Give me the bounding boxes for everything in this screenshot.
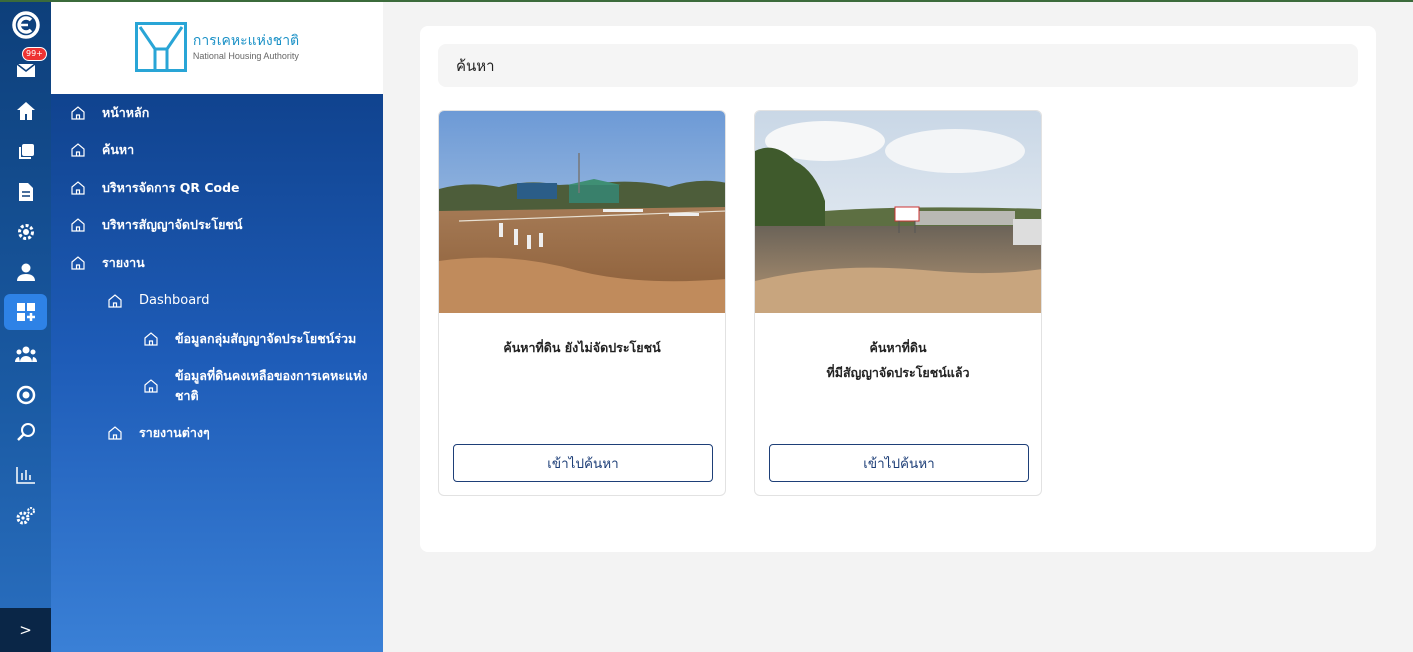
document-icon[interactable] bbox=[0, 172, 51, 212]
sidebar-item-remaining-land[interactable]: ข้อมูลที่ดินคงเหลือของการเคหะแห่งชาติ bbox=[143, 366, 375, 406]
land-card-unused: ค้นหาที่ดิน ยังไม่จัดประโยชน์ เข้าไปค้นห… bbox=[438, 110, 726, 496]
main-panel: ค้นหา ค้นหาที่ดิน ยังไม่จัดประโยชน์ เข้า… bbox=[420, 26, 1376, 552]
group-icon[interactable] bbox=[0, 334, 51, 374]
land-photo bbox=[755, 111, 1041, 313]
house-icon bbox=[71, 143, 85, 157]
sidebar-item-dashboard[interactable]: Dashboard bbox=[107, 291, 210, 311]
home-icon[interactable] bbox=[0, 91, 51, 131]
notification-badge: 99+ bbox=[22, 47, 47, 61]
page-title: ค้นหา bbox=[438, 44, 1358, 87]
land-card-contracted: ค้นหาที่ดิน ที่มีสัญญาจัดประโยชน์แล้ว เข… bbox=[754, 110, 1042, 496]
house-icon bbox=[144, 332, 158, 346]
sidebar-item-search[interactable]: ค้นหา bbox=[70, 140, 134, 160]
sidebar-item-label: บริหารจัดการ QR Code bbox=[102, 180, 240, 195]
house-icon bbox=[71, 218, 85, 232]
icon-rail: 99+ > bbox=[0, 0, 51, 652]
sidebar-item-label: Dashboard bbox=[139, 293, 210, 308]
house-icon bbox=[71, 106, 85, 120]
sidebar: การเคหะแห่งชาติ National Housing Authori… bbox=[51, 0, 383, 652]
house-icon bbox=[108, 294, 122, 308]
copy-icon[interactable] bbox=[0, 132, 51, 172]
house-icon bbox=[144, 379, 158, 393]
cogs-icon[interactable] bbox=[0, 496, 51, 536]
sidebar-item-label: บริหารสัญญาจัดประโยชน์ bbox=[102, 217, 243, 232]
sidebar-item-contracts[interactable]: บริหารสัญญาจัดประโยชน์ bbox=[70, 215, 242, 235]
chart-icon[interactable] bbox=[0, 455, 51, 495]
sidebar-item-label: หน้าหลัก bbox=[102, 105, 150, 120]
sidebar-item-label: รายงานต่างๆ bbox=[139, 425, 210, 440]
sidebar-item-qr-code[interactable]: บริหารจัดการ QR Code bbox=[70, 178, 240, 198]
expand-sidebar-button[interactable]: > bbox=[0, 608, 51, 652]
chevron-right-icon: > bbox=[19, 621, 32, 639]
card-title: ค้นหาที่ดิน ยังไม่จัดประโยชน์ bbox=[439, 335, 725, 360]
sidebar-item-other-reports[interactable]: รายงานต่างๆ bbox=[107, 423, 210, 443]
sidebar-item-home[interactable]: หน้าหลัก bbox=[70, 103, 149, 123]
house-icon bbox=[71, 181, 85, 195]
nha-logo[interactable]: การเคหะแห่งชาติ National Housing Authori… bbox=[134, 22, 300, 72]
inbox-icon[interactable]: 99+ bbox=[0, 47, 51, 90]
chip-icon[interactable] bbox=[0, 375, 51, 415]
sidebar-item-contract-groups[interactable]: ข้อมูลกลุ่มสัญญาจัดประโยชน์ร่วม bbox=[143, 329, 356, 349]
house-icon bbox=[71, 256, 85, 270]
sidebar-item-reports[interactable]: รายงาน bbox=[70, 253, 145, 273]
brand-icon[interactable] bbox=[0, 5, 51, 45]
sidebar-item-label: ค้นหา bbox=[102, 142, 135, 157]
top-border bbox=[0, 0, 1413, 2]
logo-english-text: National Housing Authority bbox=[192, 51, 299, 61]
logo-thai-text: การเคหะแห่งชาติ bbox=[192, 33, 300, 49]
search-contracted-land-button[interactable]: เข้าไปค้นหา bbox=[769, 444, 1029, 482]
land-photo bbox=[439, 111, 725, 313]
sidebar-item-label: ข้อมูลที่ดินคงเหลือของการเคหะแห่งชาติ bbox=[175, 368, 368, 403]
sidebar-item-label: รายงาน bbox=[102, 255, 145, 270]
card-title: ค้นหาที่ดิน ที่มีสัญญาจัดประโยชน์แล้ว bbox=[755, 335, 1041, 385]
dashboard-icon[interactable] bbox=[4, 294, 47, 330]
user-icon[interactable] bbox=[0, 252, 51, 292]
house-icon bbox=[108, 426, 122, 440]
search-icon[interactable] bbox=[0, 412, 51, 452]
card-title-line: ค้นหาที่ดิน ยังไม่จัดประโยชน์ bbox=[503, 340, 661, 355]
sidebar-item-label: ข้อมูลกลุ่มสัญญาจัดประโยชน์ร่วม bbox=[175, 331, 357, 346]
settings-icon[interactable] bbox=[0, 212, 51, 252]
logo-area: การเคหะแห่งชาติ National Housing Authori… bbox=[51, 0, 383, 94]
card-title-line: ที่มีสัญญาจัดประโยชน์แล้ว bbox=[826, 365, 970, 380]
card-title-line: ค้นหาที่ดิน bbox=[869, 340, 927, 355]
search-unused-land-button[interactable]: เข้าไปค้นหา bbox=[453, 444, 713, 482]
logo-mark-icon bbox=[134, 22, 187, 72]
